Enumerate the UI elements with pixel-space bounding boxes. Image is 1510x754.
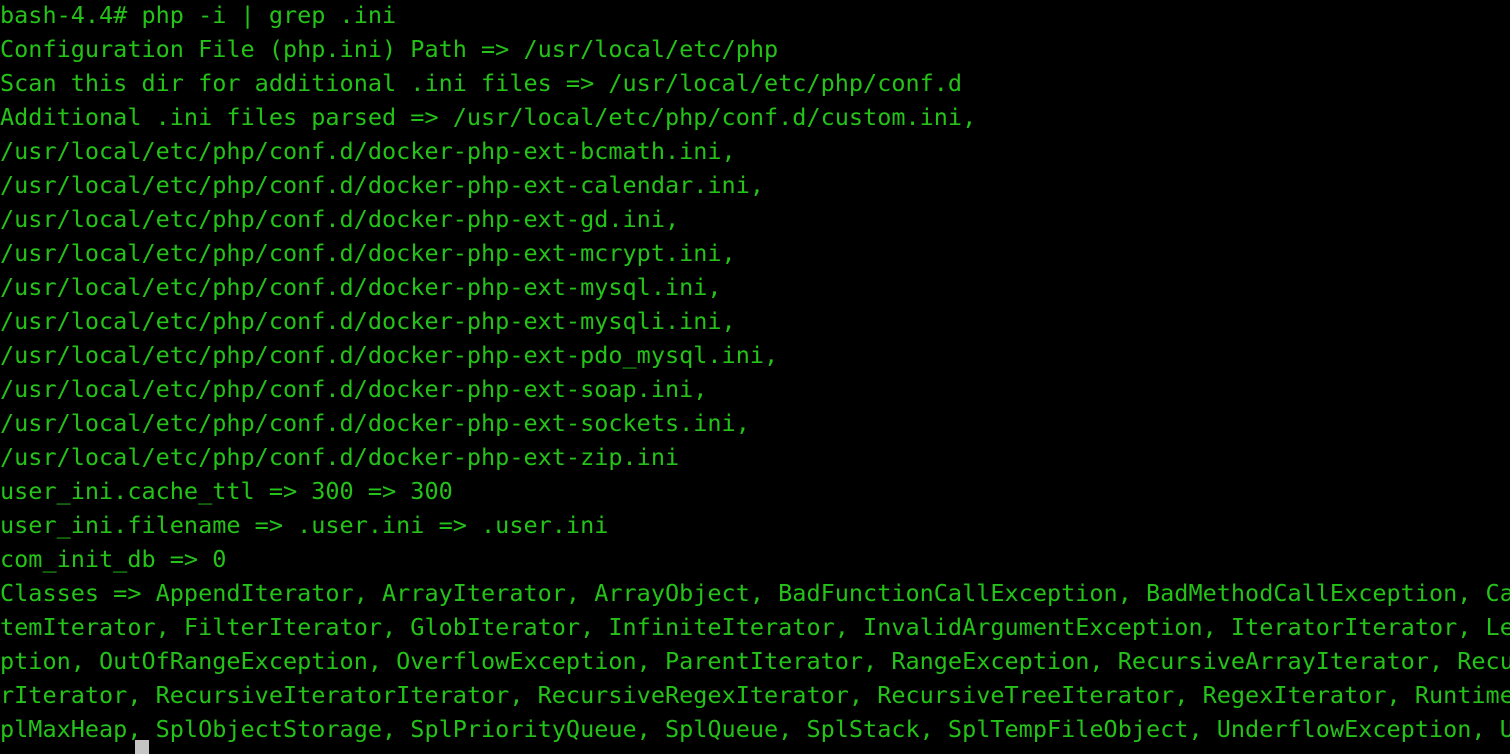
terminal-cursor — [135, 740, 149, 754]
terminal-line: /usr/local/etc/php/conf.d/docker-php-ext… — [0, 273, 722, 301]
terminal-line: /usr/local/etc/php/conf.d/docker-php-ext… — [0, 375, 708, 403]
terminal-line: rIterator, RecursiveIteratorIterator, Re… — [0, 681, 1510, 709]
terminal-line: user_ini.cache_ttl => 300 => 300 — [0, 477, 453, 505]
terminal-line: /usr/local/etc/php/conf.d/docker-php-ext… — [0, 137, 736, 165]
terminal-line: Scan this dir for additional .ini files … — [0, 69, 963, 97]
terminal-line: /usr/local/etc/php/conf.d/docker-php-ext… — [0, 171, 765, 199]
terminal-line: temIterator, FilterIterator, GlobIterato… — [0, 613, 1510, 641]
terminal-line: /usr/local/etc/php/conf.d/docker-php-ext… — [0, 409, 750, 437]
terminal-line: Configuration File (php.ini) Path => /us… — [0, 35, 779, 63]
terminal-line: /usr/local/etc/php/conf.d/docker-php-ext… — [0, 239, 736, 267]
terminal-line: user_ini.filename => .user.ini => .user.… — [0, 511, 609, 539]
terminal-output: bash-4.4# php -i | grep .ini Configuratio… — [0, 0, 1510, 746]
terminal-line: /usr/local/etc/php/conf.d/docker-php-ext… — [0, 307, 736, 335]
terminal-window[interactable]: bash-4.4# php -i | grep .ini Configuratio… — [0, 0, 1510, 754]
terminal-line: plMaxHeap, SplObjectStorage, SplPriority… — [0, 715, 1510, 743]
terminal-line: /usr/local/etc/php/conf.d/docker-php-ext… — [0, 341, 779, 369]
terminal-line: com_init_db => 0 — [0, 545, 227, 573]
terminal-line: Additional .ini files parsed => /usr/loc… — [0, 103, 977, 131]
terminal-line: ption, OutOfRangeException, OverflowExce… — [0, 647, 1510, 675]
terminal-line: /usr/local/etc/php/conf.d/docker-php-ext… — [0, 443, 680, 471]
terminal-line: /usr/local/etc/php/conf.d/docker-php-ext… — [0, 205, 680, 233]
terminal-line: bash-4.4# php -i | grep .ini — [0, 1, 397, 29]
terminal-line: Classes => AppendIterator, ArrayIterator… — [0, 579, 1510, 607]
